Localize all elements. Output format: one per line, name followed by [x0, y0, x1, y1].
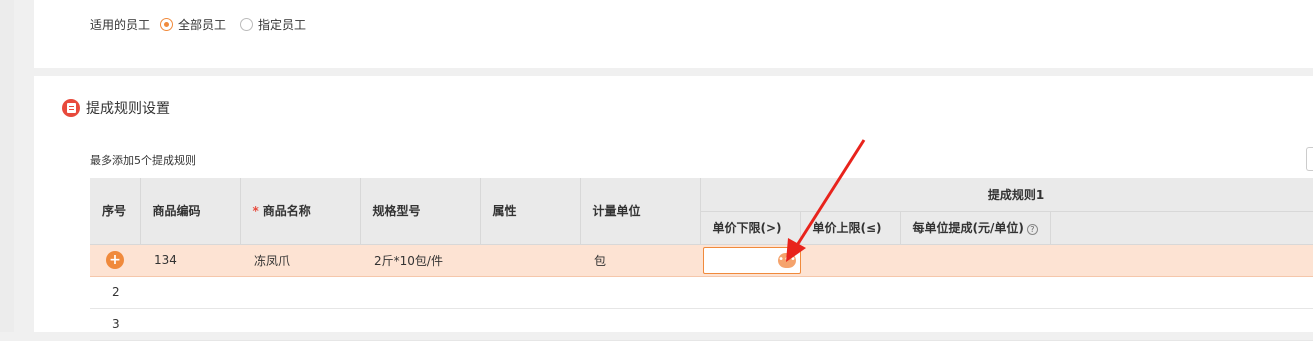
section-title: 提成规则设置 — [62, 98, 170, 118]
header-max-price: 单价上限(≤) — [800, 211, 901, 245]
cell-max-price — [800, 308, 900, 341]
cell-spec: 2斤*10包/件 — [360, 244, 480, 277]
radio-all-label: 全部员工 — [178, 17, 227, 32]
cell-empty — [1050, 276, 1313, 309]
radio-unchecked-icon — [240, 17, 254, 31]
header-empty — [1050, 211, 1313, 245]
more-icon[interactable]: ••• — [778, 252, 796, 268]
cell-attr — [480, 276, 580, 309]
cell-per-unit — [900, 276, 1050, 309]
radio-all-employees[interactable]: 全部员工 — [160, 16, 226, 33]
cell-min-price — [700, 308, 800, 341]
cell-unit: 包 — [580, 244, 700, 277]
cell-per-unit — [900, 308, 1050, 341]
table-row: 3 — [90, 308, 1313, 341]
cell-spec — [360, 308, 480, 341]
radio-checked-icon — [160, 17, 174, 31]
cell-attr — [480, 308, 580, 341]
cell-per-unit — [900, 244, 1050, 277]
cell-index: 2 — [90, 276, 140, 309]
cell-name — [240, 308, 360, 341]
min-price-input[interactable]: ••• — [703, 246, 801, 274]
row-add-cell: + — [90, 244, 140, 277]
cell-empty — [1050, 244, 1313, 277]
max-rules-hint: 最多添加5个提成规则 — [90, 154, 196, 167]
header-rule-group: 提成规则1 — [700, 178, 1313, 212]
header-code: 商品编码 — [140, 178, 241, 245]
cell-name — [240, 276, 360, 309]
cell-code: 134 — [140, 244, 240, 277]
section-title-text: 提成规则设置 — [86, 101, 170, 117]
header-index: 序号 — [90, 178, 141, 245]
cell-empty — [1050, 308, 1313, 341]
cell-min-price — [700, 276, 800, 309]
cell-max-price — [800, 244, 900, 277]
cell-spec — [360, 276, 480, 309]
cell-min-price: ••• — [700, 244, 801, 277]
cell-index: 3 — [90, 308, 140, 341]
cell-unit — [580, 276, 700, 309]
header-attr: 属性 — [480, 178, 581, 245]
radio-specified-employees[interactable]: 指定员工 — [240, 16, 306, 33]
header-spec: 规格型号 — [360, 178, 481, 245]
employee-card: 适用的员工 全部员工 指定员工 — [34, 0, 1313, 68]
header-min-price: 单价下限(>) — [700, 211, 801, 245]
cell-max-price — [800, 276, 900, 309]
table-row: 2 — [90, 276, 1313, 309]
header-per-unit: 每单位提成(元/单位)? — [900, 211, 1051, 245]
add-rule-button[interactable] — [1306, 147, 1313, 171]
cell-attr — [480, 244, 580, 277]
cell-code — [140, 276, 240, 309]
required-mark: * — [252, 204, 259, 219]
cell-code — [140, 308, 240, 341]
cell-name: 冻凤爪 — [240, 244, 360, 277]
commission-table: 序号 商品编码 * 商品名称 规格型号 属性 计量单位 提成规则1 单价下限(>)… — [90, 178, 1313, 341]
list-icon — [62, 99, 80, 117]
employee-scope-label: 适用的员工 — [90, 17, 151, 32]
help-icon[interactable]: ? — [1026, 224, 1038, 235]
add-row-icon[interactable]: + — [106, 251, 124, 269]
header-name: * 商品名称 — [240, 178, 361, 245]
header-unit: 计量单位 — [580, 178, 701, 245]
cell-unit — [580, 308, 700, 341]
table-row: + 134 冻凤爪 2斤*10包/件 包 ••• — [90, 244, 1313, 277]
radio-specified-label: 指定员工 — [258, 17, 307, 32]
left-gutter — [0, 0, 14, 332]
employee-scope-row: 适用的员工 全部员工 指定员工 — [90, 16, 306, 32]
